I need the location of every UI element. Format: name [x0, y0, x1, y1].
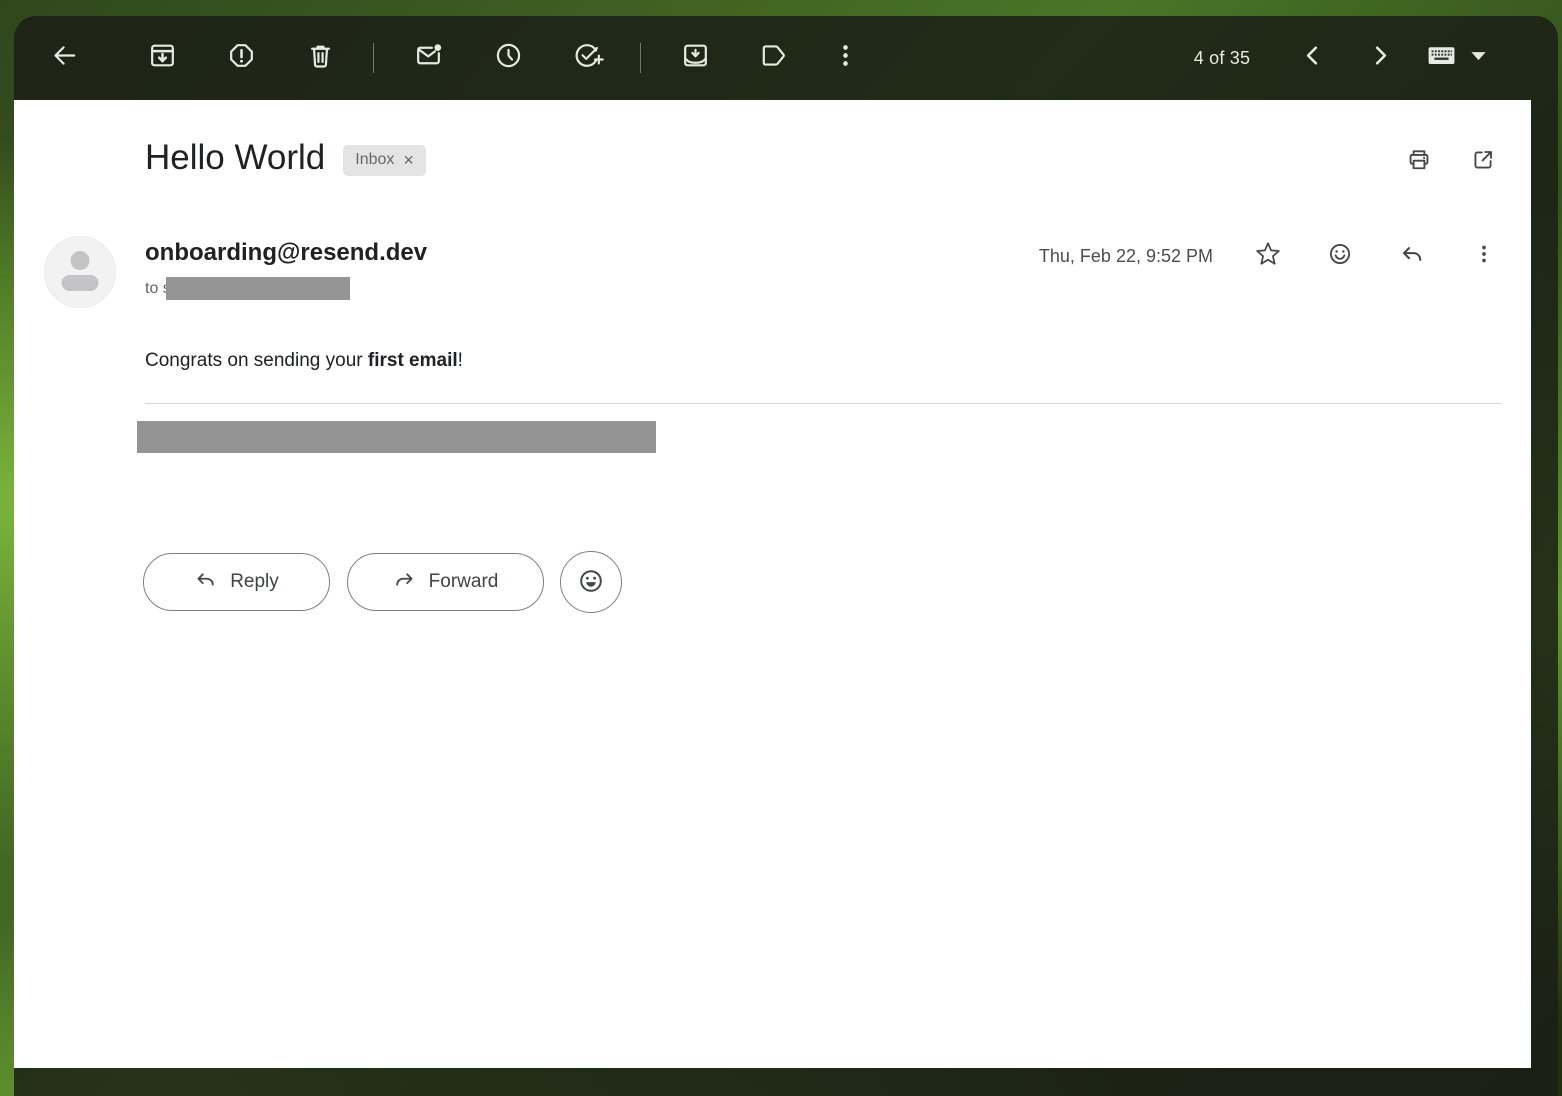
- open-in-new-button[interactable]: [1459, 137, 1507, 185]
- toolbar-separator: [640, 43, 641, 73]
- smiley-icon: [577, 567, 605, 598]
- email-subject: Hello World: [145, 136, 325, 180]
- emoji-reaction-button[interactable]: [1316, 231, 1364, 279]
- body-text: Congrats on sending your: [145, 350, 368, 371]
- recipient-row[interactable]: to s: [145, 277, 350, 300]
- report-spam-icon: [226, 40, 257, 74]
- gmail-window: 4 of 35 Hello World Inbox ×: [14, 16, 1558, 1096]
- print-button[interactable]: [1395, 137, 1443, 185]
- move-to-button[interactable]: [671, 33, 719, 81]
- snooze-clock-icon: [493, 40, 524, 74]
- star-button[interactable]: [1244, 231, 1292, 279]
- reply-button-header[interactable]: [1388, 231, 1436, 279]
- reply-button-label: Reply: [230, 571, 279, 593]
- redacted-recipient: [166, 277, 350, 300]
- star-icon: [1255, 241, 1281, 270]
- chevron-left-icon: [1297, 40, 1328, 74]
- newer-button[interactable]: [1288, 33, 1336, 81]
- chevron-right-icon: [1365, 40, 1396, 74]
- reply-arrow-icon: [1399, 241, 1425, 270]
- body-divider: [145, 403, 1501, 404]
- smiley-icon: [1327, 241, 1353, 270]
- body-bold-text: first email: [368, 350, 458, 371]
- inbox-label-text: Inbox: [355, 151, 394, 169]
- mark-unread-button[interactable]: [404, 33, 452, 81]
- sender-email[interactable]: onboarding@resend.dev: [145, 239, 427, 267]
- reply-arrow-icon: [194, 568, 217, 597]
- labels-button[interactable]: [749, 33, 797, 81]
- open-in-new-icon: [1470, 147, 1496, 176]
- archive-icon: [147, 40, 178, 74]
- mark-unread-icon: [413, 40, 444, 74]
- delete-icon: [305, 40, 336, 74]
- inbox-label-chip[interactable]: Inbox ×: [343, 145, 426, 176]
- move-to-icon: [680, 40, 711, 74]
- older-button[interactable]: [1356, 33, 1404, 81]
- toolbar-separator: [373, 43, 374, 73]
- subject-row: Hello World Inbox ×: [145, 136, 426, 180]
- forward-arrow-icon: [393, 568, 416, 597]
- print-icon: [1406, 147, 1432, 176]
- label-tag-icon: [758, 40, 789, 74]
- emoji-reply-button[interactable]: [560, 551, 622, 613]
- body-suffix: !: [458, 350, 463, 371]
- reply-button[interactable]: Reply: [143, 553, 330, 611]
- email-card: Hello World Inbox × onboarding@resend.de…: [14, 100, 1531, 1068]
- back-button[interactable]: [40, 33, 88, 81]
- email-body: Congrats on sending your first email!: [145, 350, 463, 372]
- report-spam-button[interactable]: [217, 33, 265, 81]
- snooze-button[interactable]: [484, 33, 532, 81]
- delete-button[interactable]: [296, 33, 344, 81]
- message-more-options-button[interactable]: [1460, 231, 1508, 279]
- forward-button[interactable]: Forward: [347, 553, 544, 611]
- more-options-button[interactable]: [821, 33, 869, 81]
- add-to-tasks-icon: [573, 40, 604, 74]
- remove-label-icon[interactable]: ×: [403, 151, 414, 169]
- message-toolbar: 4 of 35: [14, 16, 1558, 100]
- back-arrow-icon: [49, 40, 80, 74]
- redacted-content: [137, 421, 656, 453]
- pagination-count: 4 of 35: [1162, 16, 1282, 100]
- forward-button-label: Forward: [429, 571, 499, 593]
- more-vert-icon: [1471, 241, 1497, 270]
- keyboard-icon: [1426, 40, 1457, 74]
- email-date: Thu, Feb 22, 9:52 PM: [1039, 246, 1213, 267]
- sender-avatar[interactable]: [44, 236, 116, 308]
- add-to-tasks-button[interactable]: [564, 33, 612, 81]
- dropdown-triangle-icon: [1463, 40, 1494, 74]
- more-vert-icon: [830, 40, 861, 74]
- person-icon: [44, 236, 116, 308]
- input-tools-button[interactable]: [1412, 33, 1508, 81]
- archive-button[interactable]: [138, 33, 186, 81]
